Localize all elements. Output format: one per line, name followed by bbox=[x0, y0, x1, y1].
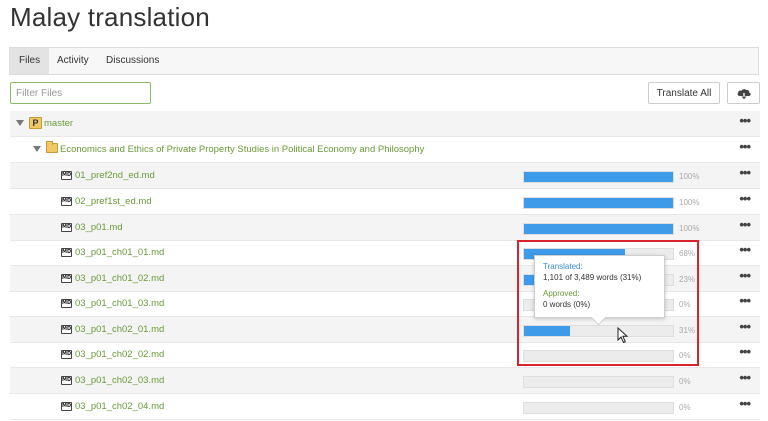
file-row[interactable]: MD 03_p01_ch02_03.md 0% ••• bbox=[10, 368, 760, 394]
file-name[interactable]: 01_pref2nd_ed.md bbox=[75, 170, 155, 181]
markdown-file-icon: MD bbox=[61, 223, 72, 232]
file-name[interactable]: 03_p01_ch02_01.md bbox=[75, 324, 164, 335]
file-name[interactable]: 03_p01.md bbox=[75, 222, 123, 233]
translate-all-button[interactable]: Translate All bbox=[648, 82, 720, 104]
file-row[interactable]: MD 01_pref2nd_ed.md 100% ••• bbox=[10, 163, 760, 189]
progress-fill bbox=[524, 198, 673, 208]
branch-label[interactable]: master bbox=[44, 118, 73, 129]
markdown-file-icon: MD bbox=[61, 274, 72, 283]
markdown-file-icon: MD bbox=[61, 402, 72, 411]
markdown-file-icon: MD bbox=[61, 299, 72, 308]
progress-bar bbox=[523, 402, 674, 414]
more-options-icon[interactable]: ••• bbox=[739, 114, 751, 128]
more-options-icon[interactable]: ••• bbox=[739, 294, 751, 308]
tooltip-approved-value: 0 words (0%) bbox=[543, 300, 591, 309]
progress-percent: 0% bbox=[679, 377, 691, 386]
progress-bar bbox=[523, 376, 674, 388]
mouse-cursor-icon bbox=[617, 327, 629, 344]
tab-bar: Files Activity Discussions bbox=[9, 47, 759, 75]
progress-bar bbox=[523, 197, 674, 209]
more-options-icon[interactable]: ••• bbox=[739, 397, 751, 411]
more-options-icon[interactable]: ••• bbox=[739, 371, 751, 385]
folder-icon bbox=[46, 141, 58, 153]
tooltip-translated-label: Translated: bbox=[543, 262, 583, 271]
caret-down-icon[interactable] bbox=[16, 120, 24, 126]
tab-activity[interactable]: Activity bbox=[48, 48, 98, 74]
progress-percent: 100% bbox=[679, 198, 700, 207]
more-options-icon[interactable]: ••• bbox=[739, 140, 751, 154]
folder-label[interactable]: Economics and Ethics of Private Property… bbox=[60, 144, 424, 155]
file-name[interactable]: 03_p01_ch02_03.md bbox=[75, 375, 164, 386]
markdown-file-icon: MD bbox=[61, 197, 72, 206]
page-title: Malay translation bbox=[10, 2, 210, 32]
more-options-icon[interactable]: ••• bbox=[739, 192, 751, 206]
cloud-upload-icon bbox=[737, 88, 751, 99]
tooltip-approved-label: Approved: bbox=[543, 289, 580, 298]
caret-down-icon[interactable] bbox=[33, 146, 41, 152]
file-row[interactable]: MD 02_pref1st_ed.md 100% ••• bbox=[10, 189, 760, 215]
tree-row-folder[interactable]: Economics and Ethics of Private Property… bbox=[10, 137, 760, 163]
markdown-file-icon: MD bbox=[61, 171, 72, 180]
filter-files-input[interactable] bbox=[10, 82, 151, 104]
markdown-file-icon: MD bbox=[61, 350, 72, 359]
download-button[interactable] bbox=[727, 82, 760, 104]
tab-discussions[interactable]: Discussions bbox=[97, 48, 168, 74]
file-row[interactable]: MD 03_p01_ch02_04.md 0% ••• bbox=[10, 394, 760, 420]
file-name[interactable]: 03_p01_ch02_04.md bbox=[75, 401, 164, 412]
branch-icon: P bbox=[29, 117, 42, 129]
tab-files[interactable]: Files bbox=[10, 48, 50, 74]
more-options-icon[interactable]: ••• bbox=[739, 166, 751, 180]
file-name[interactable]: 03_p01_ch01_01.md bbox=[75, 247, 164, 258]
progress-fill bbox=[524, 172, 673, 182]
markdown-file-icon: MD bbox=[61, 376, 72, 385]
markdown-file-icon: MD bbox=[61, 248, 72, 257]
file-name[interactable]: 02_pref1st_ed.md bbox=[75, 196, 152, 207]
progress-bar bbox=[523, 223, 674, 235]
more-options-icon[interactable]: ••• bbox=[739, 345, 751, 359]
more-options-icon[interactable]: ••• bbox=[739, 269, 751, 283]
more-options-icon[interactable]: ••• bbox=[739, 320, 751, 334]
progress-fill bbox=[524, 224, 673, 234]
progress-percent: 100% bbox=[679, 172, 700, 181]
progress-tooltip: Translated: 1,101 of 3,489 words (31%) A… bbox=[534, 255, 665, 318]
tree-row-branch[interactable]: P master ••• bbox=[10, 111, 760, 137]
file-name[interactable]: 03_p01_ch01_02.md bbox=[75, 273, 164, 284]
progress-bar bbox=[523, 171, 674, 183]
progress-percent: 0% bbox=[679, 403, 691, 412]
markdown-file-icon: MD bbox=[61, 325, 72, 334]
progress-percent: 100% bbox=[679, 224, 700, 233]
file-name[interactable]: 03_p01_ch02_02.md bbox=[75, 349, 164, 360]
tooltip-translated-value: 1,101 of 3,489 words (31%) bbox=[543, 273, 642, 282]
more-options-icon[interactable]: ••• bbox=[739, 218, 751, 232]
file-row[interactable]: MD 03_p01.md 100% ••• bbox=[10, 215, 760, 241]
more-options-icon[interactable]: ••• bbox=[739, 243, 751, 257]
file-name[interactable]: 03_p01_ch01_03.md bbox=[75, 298, 164, 309]
